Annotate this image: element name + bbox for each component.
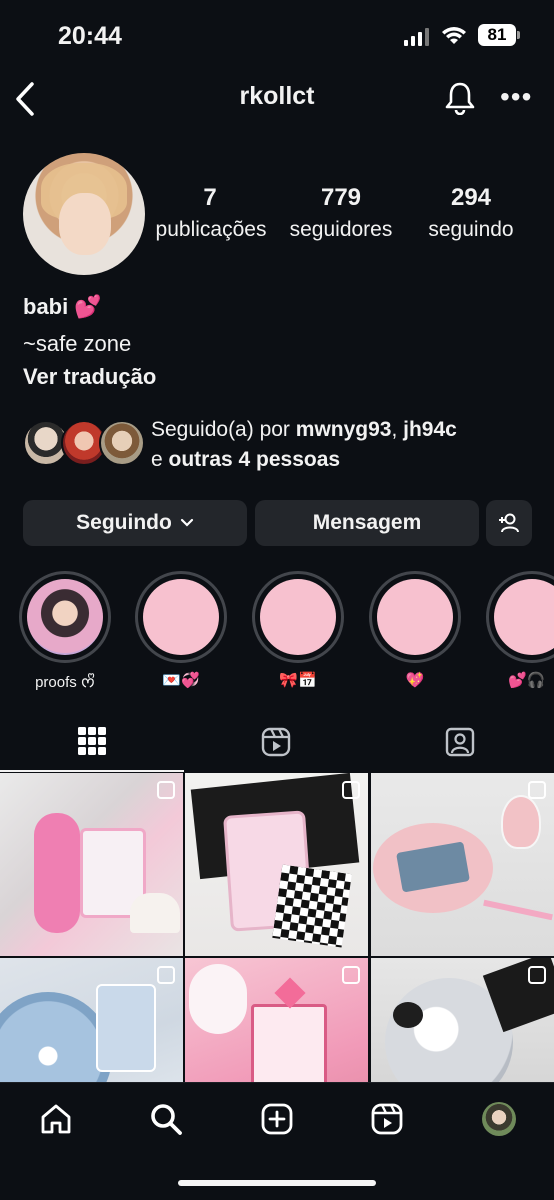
profile-header: rkollct ••• — [0, 74, 554, 124]
post-thumbnail[interactable] — [0, 773, 183, 956]
multi-photo-icon — [157, 966, 175, 984]
tab-tagged[interactable] — [368, 712, 552, 772]
stat-following-label: seguindo — [428, 218, 514, 241]
cellular-signal-icon — [404, 28, 429, 46]
stat-posts-label: publicações — [155, 218, 267, 241]
see-translation-link[interactable]: Ver tradução — [23, 364, 156, 390]
mutual-user-2[interactable]: jh94c — [403, 418, 457, 441]
status-time: 20:44 — [58, 22, 122, 50]
stat-followers-label: seguidores — [289, 218, 393, 241]
multi-photo-icon — [342, 781, 360, 799]
nav-reels[interactable] — [362, 1099, 412, 1139]
create-icon — [261, 1103, 293, 1135]
nav-home[interactable] — [31, 1099, 81, 1139]
highlight-3[interactable]: 🎀📅 — [252, 571, 344, 689]
message-button-label: Mensagem — [312, 511, 422, 534]
profile-display-name: babi 💕 — [23, 294, 102, 319]
post-grid — [0, 773, 554, 1141]
nav-profile[interactable] — [474, 1099, 524, 1139]
nav-search[interactable] — [141, 1099, 191, 1139]
followed-by-text[interactable]: Seguido(a) por mwnyg93, jh94c e outras 4… — [151, 415, 551, 475]
home-icon — [41, 1104, 71, 1134]
profile-avatar — [482, 1102, 516, 1136]
highlight-label: 🎀📅 — [279, 672, 317, 689]
profile-tabs — [0, 712, 554, 772]
highlight-label: 💖 — [405, 672, 425, 689]
post-thumbnail[interactable] — [185, 773, 368, 956]
mutual-others[interactable]: outras 4 pessoas — [169, 448, 341, 471]
nav-create[interactable] — [252, 1099, 302, 1139]
highlight-2[interactable]: 💌💞 — [135, 571, 227, 689]
mutual-followers-avatars[interactable] — [23, 420, 145, 468]
home-indicator — [178, 1180, 376, 1186]
message-button[interactable]: Mensagem — [255, 500, 479, 546]
reels-icon — [261, 727, 291, 757]
stat-followers-value: 779 — [320, 184, 362, 211]
highlight-cover — [252, 571, 344, 663]
multi-photo-icon — [157, 781, 175, 799]
following-button-label: Seguindo — [76, 511, 172, 534]
tagged-icon — [445, 727, 475, 757]
chevron-down-icon — [180, 518, 193, 527]
grid-icon — [78, 727, 106, 755]
highlight-5[interactable]: 💕🎧 — [486, 571, 554, 689]
multi-photo-icon — [528, 966, 546, 984]
stat-following[interactable]: 294 seguindo — [416, 184, 526, 242]
multi-photo-icon — [342, 966, 360, 984]
multi-photo-icon — [528, 781, 546, 799]
stat-followers[interactable]: 779 seguidores — [280, 184, 402, 242]
highlight-cover — [369, 571, 461, 663]
highlight-cover — [486, 571, 554, 663]
more-icon[interactable]: ••• — [500, 82, 532, 112]
post-thumbnail[interactable] — [371, 773, 554, 956]
highlight-cover — [19, 571, 111, 663]
status-bar: 20:44 81 — [0, 0, 554, 70]
mutual-user-1[interactable]: mwnyg93 — [296, 418, 392, 441]
wifi-icon — [442, 27, 466, 44]
reels-nav-icon — [371, 1103, 403, 1135]
highlight-proofs[interactable]: proofs ᰔᩚ — [19, 571, 111, 695]
search-icon — [151, 1104, 182, 1135]
stat-posts-label-wrap: 0 publicações — [151, 184, 271, 242]
mutual-avatar — [99, 420, 145, 466]
highlight-label: 💕🎧 — [508, 672, 546, 689]
highlight-label: 💌💞 — [162, 672, 200, 689]
highlight-cover — [135, 571, 227, 663]
tab-reels[interactable] — [184, 712, 368, 772]
following-button[interactable]: Seguindo — [23, 500, 247, 546]
add-person-icon — [499, 513, 519, 533]
profile-avatar[interactable] — [23, 153, 145, 275]
bell-icon[interactable] — [444, 81, 476, 115]
suggested-accounts-button[interactable] — [486, 500, 532, 546]
tab-posts[interactable] — [0, 712, 184, 772]
profile-bio: ~safe zone — [23, 331, 132, 356]
battery-indicator: 81 — [478, 24, 520, 46]
highlight-4[interactable]: 💖 — [369, 571, 461, 689]
highlight-label: proofs ᰔᩚ — [35, 674, 95, 691]
stat-following-value: 294 — [450, 184, 492, 211]
